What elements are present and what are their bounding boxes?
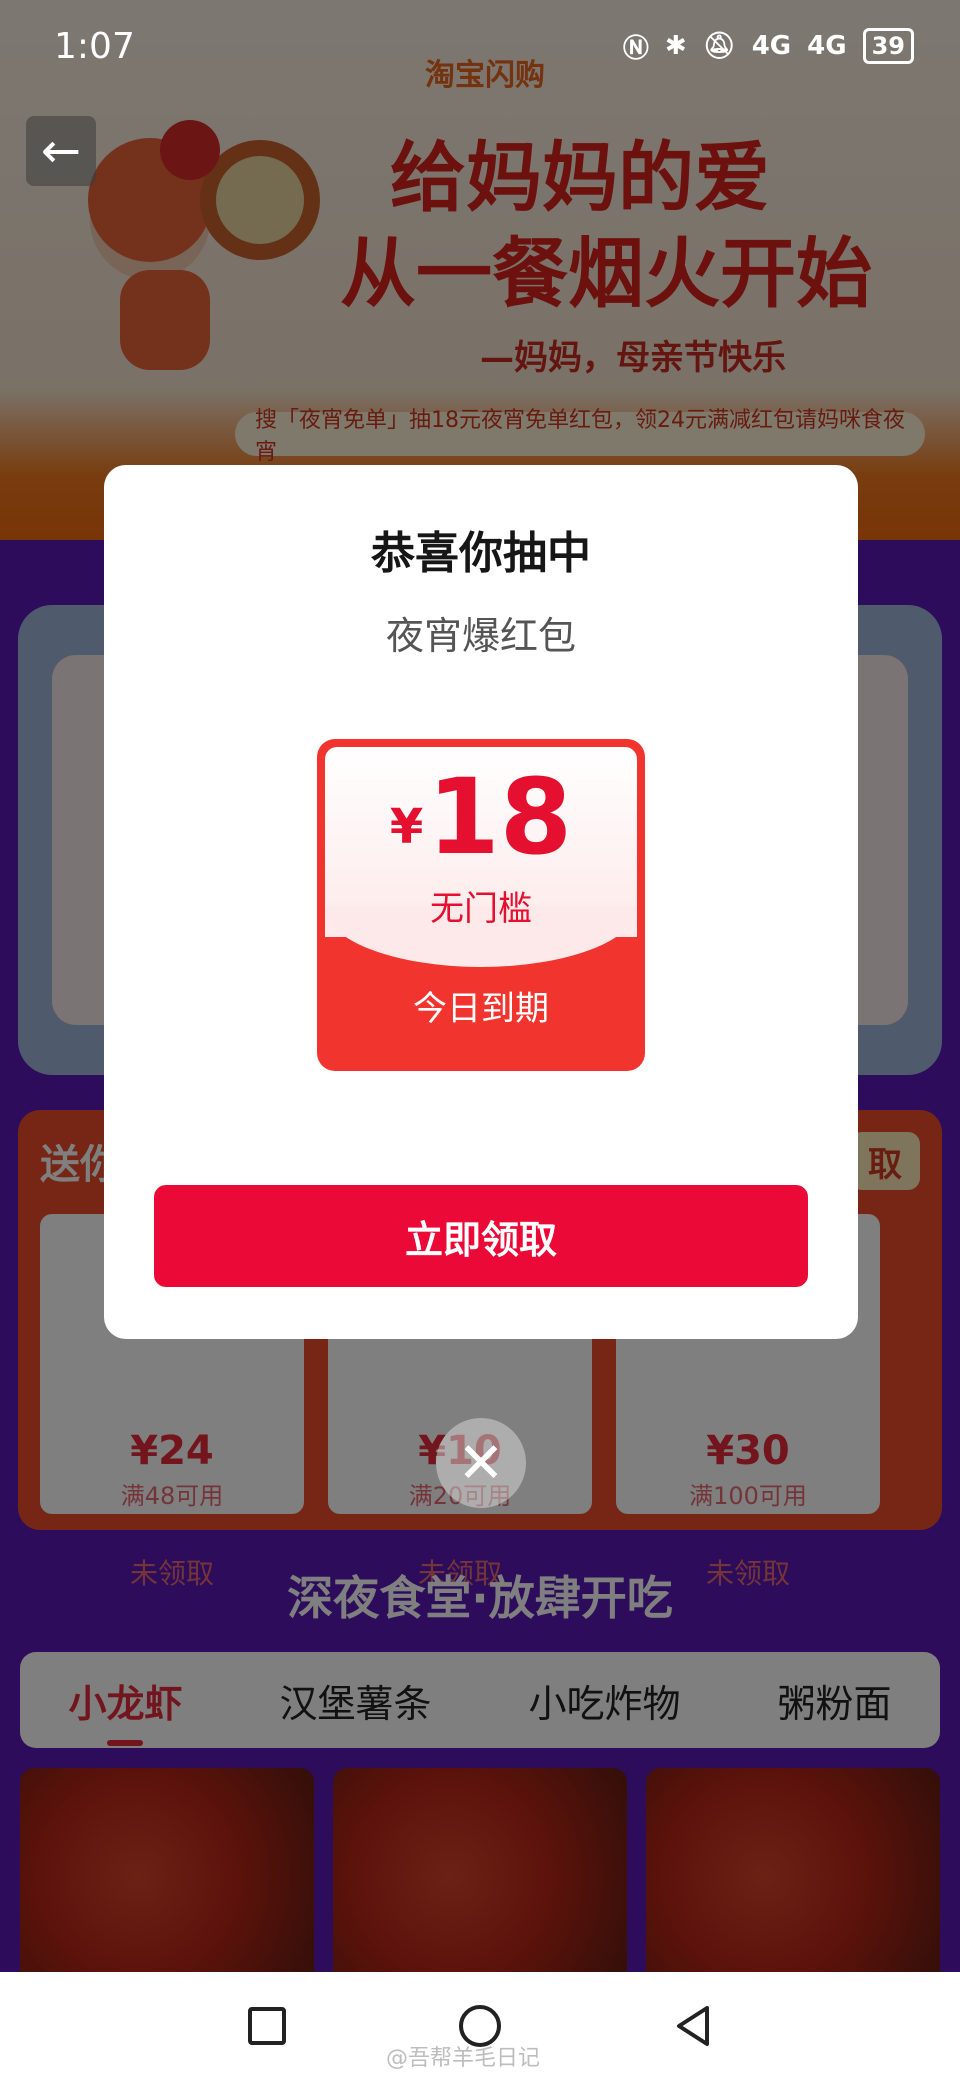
watermark: @吾帮羊毛日记 (386, 2046, 541, 2071)
square-icon (247, 2007, 286, 2045)
close-dialog-button[interactable]: ✕ (436, 1418, 526, 1508)
dialog-title: 恭喜你抽中 (371, 528, 591, 579)
dialog-subtitle: 夜宵爆红包 (385, 614, 576, 658)
back-button[interactable]: ← (26, 116, 96, 186)
amount-value: 18 (427, 756, 573, 878)
status-icons: Ⓝ ✱ 🔕︎ 4G 4G 39 (623, 28, 914, 65)
red-packet-card: ¥18 无门槛 今日到期 (317, 739, 645, 1071)
claim-now-button[interactable]: 立即领取 (154, 1185, 808, 1287)
close-icon: ✕ (457, 1430, 505, 1496)
red-packet-condition: 无门槛 (430, 889, 532, 929)
status-time: 1:07 (54, 25, 135, 67)
prize-dialog: 恭喜你抽中 夜宵爆红包 ¥18 无门槛 今日到期 立即领取 (104, 465, 858, 1339)
recents-button[interactable] (237, 1996, 297, 2056)
triangle-back-icon (677, 2006, 710, 2046)
bluetooth-icon: ✱ (664, 31, 687, 61)
red-packet-expiry: 今日到期 (413, 989, 549, 1029)
signal-icon: 4G (751, 31, 792, 61)
mute-icon: 🔕︎ (702, 31, 736, 61)
status-bar: 1:07 Ⓝ ✱ 🔕︎ 4G 4G 39 (0, 0, 960, 92)
back-nav-button[interactable] (663, 1996, 723, 2056)
nfc-icon: Ⓝ (622, 33, 649, 64)
battery-icon: 39 (862, 28, 914, 64)
red-packet-amount: ¥18 (317, 761, 645, 873)
currency-symbol: ¥ (389, 799, 424, 855)
arrow-left-icon: ← (40, 123, 82, 179)
signal-icon-2: 4G (807, 31, 847, 61)
